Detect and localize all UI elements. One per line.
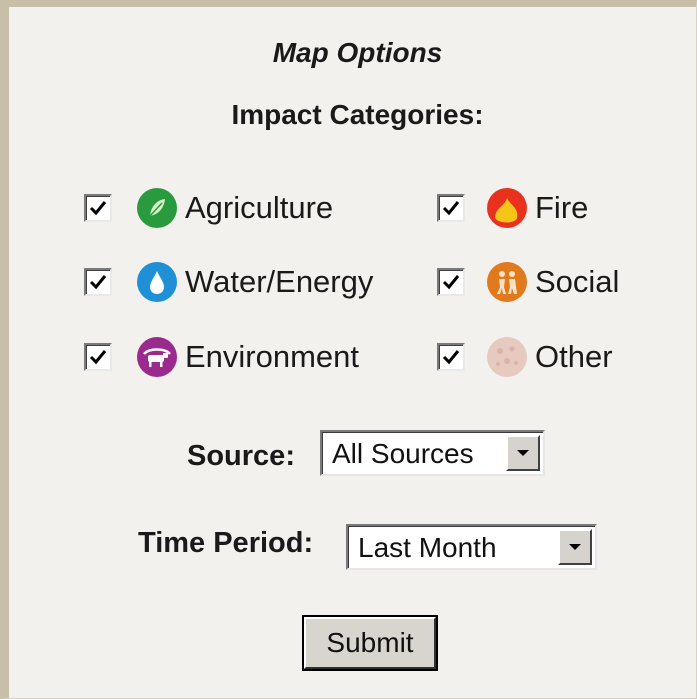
category-social[interactable]: Social xyxy=(437,262,619,302)
category-fire[interactable]: Fire xyxy=(437,188,588,228)
category-label: Environment xyxy=(185,339,360,374)
category-agriculture[interactable]: Agriculture xyxy=(84,188,333,228)
panel-title: Map Options xyxy=(272,37,443,68)
social-checkbox[interactable] xyxy=(437,268,465,296)
submit-button[interactable]: Submit xyxy=(302,615,438,671)
time-period-selected-value: Last Month xyxy=(358,532,497,563)
environment-checkbox[interactable] xyxy=(84,343,112,371)
map-options-panel: Map Options Impact Categories: Agricultu… xyxy=(0,0,697,699)
flame-icon xyxy=(487,188,527,228)
category-label: Water/Energy xyxy=(185,264,374,299)
water-drop-icon xyxy=(137,262,177,302)
cow-icon xyxy=(137,337,177,377)
chevron-down-icon[interactable] xyxy=(506,435,540,471)
time-period-label: Time Period: xyxy=(138,527,314,559)
water-energy-checkbox[interactable] xyxy=(84,268,112,296)
impact-categories-heading: Impact Categories: xyxy=(231,99,484,130)
other-icon xyxy=(487,337,527,377)
category-water-energy[interactable]: Water/Energy xyxy=(84,262,373,302)
source-selected-value: All Sources xyxy=(332,438,474,469)
category-environment[interactable]: Environment xyxy=(84,337,359,377)
category-other[interactable]: Other xyxy=(437,337,613,377)
chevron-down-icon[interactable] xyxy=(558,529,592,565)
people-icon xyxy=(487,262,527,302)
category-label: Fire xyxy=(535,190,589,225)
category-label: Other xyxy=(535,339,613,374)
source-label: Source: xyxy=(187,440,295,472)
time-period-select[interactable]: Last Month xyxy=(346,524,597,570)
other-checkbox[interactable] xyxy=(437,343,465,371)
source-select[interactable]: All Sources xyxy=(320,430,545,476)
leaf-icon xyxy=(137,188,177,228)
category-label: Social xyxy=(535,264,620,299)
fire-checkbox[interactable] xyxy=(437,194,465,222)
category-label: Agriculture xyxy=(185,190,334,225)
agriculture-checkbox[interactable] xyxy=(84,194,112,222)
